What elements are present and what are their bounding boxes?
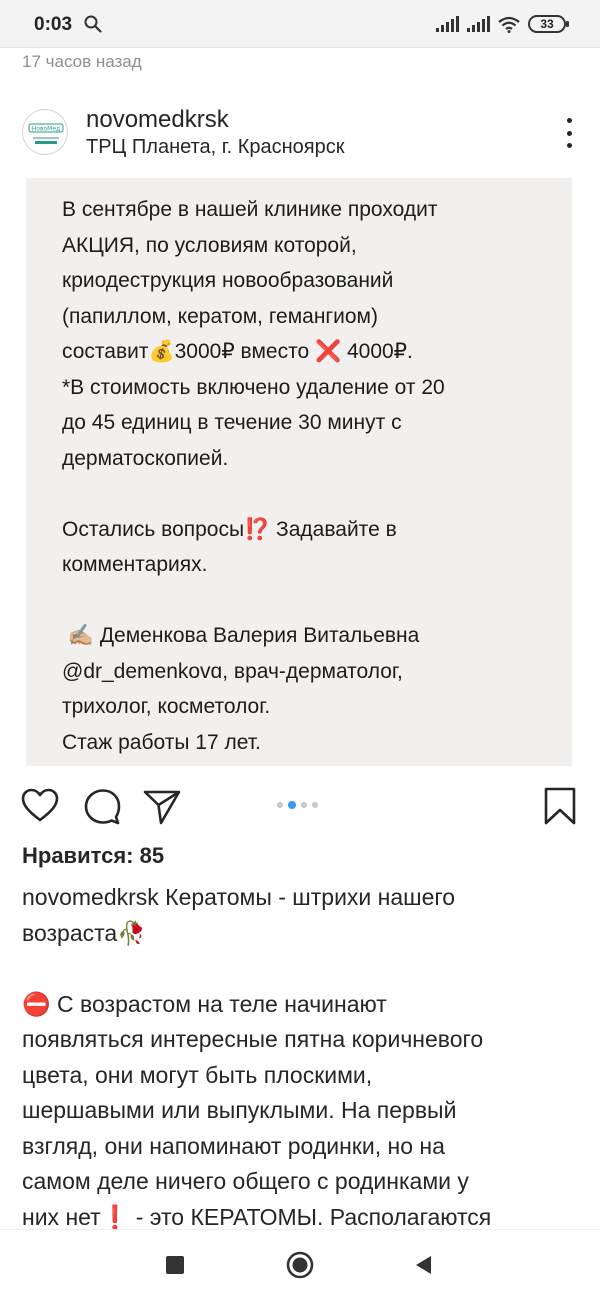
battery-icon: 33	[528, 15, 569, 33]
status-time: 0:03	[34, 14, 73, 35]
post-image-text: В сентябре в нашей клинике проходит АКЦИ…	[62, 198, 445, 754]
share-icon[interactable]	[142, 786, 182, 826]
post-image[interactable]: В сентябре в нашей клинике проходит АКЦИ…	[26, 178, 572, 766]
post-header: НовоМед novomedkrsk ТРЦ Планета, г. Крас…	[0, 100, 600, 166]
search-icon	[84, 15, 102, 33]
post-location[interactable]: ТРЦ Планета, г. Красноярск	[86, 136, 345, 159]
post-time-ago: 17 часов назад	[22, 52, 142, 71]
avatar[interactable]: НовоМед	[22, 109, 68, 155]
bookmark-icon[interactable]	[540, 786, 580, 826]
post-actions	[0, 786, 600, 832]
more-options-icon[interactable]	[564, 118, 574, 148]
recent-apps-icon[interactable]	[166, 1256, 184, 1274]
carousel-dot-active	[288, 801, 296, 809]
system-nav-bar	[0, 1229, 600, 1299]
back-icon[interactable]	[414, 1255, 432, 1275]
status-icons: 33	[436, 15, 569, 33]
carousel-dot	[301, 802, 307, 808]
post-caption: novomedkrsk Кератомы - штрихи нашего воз…	[22, 880, 582, 1235]
status-bar: 0:03 33	[0, 0, 600, 48]
wifi-icon	[498, 16, 520, 33]
carousel-dot	[277, 802, 283, 808]
carousel-dot	[312, 802, 318, 808]
carousel-indicator	[277, 801, 318, 809]
likes-count[interactable]: Нравится: 85	[22, 843, 164, 869]
caption-text: Кератомы - штрихи нашего возраста🥀 ⛔ С в…	[22, 884, 492, 1230]
clinic-logo-icon: НовоМед	[28, 123, 64, 144]
post-username[interactable]: novomedkrsk	[86, 106, 229, 134]
caption-username[interactable]: novomedkrsk	[22, 884, 159, 910]
home-icon[interactable]	[286, 1251, 314, 1279]
comment-icon[interactable]	[82, 786, 122, 826]
signal-icon	[436, 16, 459, 32]
signal-icon	[467, 16, 490, 32]
heart-icon[interactable]	[20, 786, 60, 826]
svg-text:НовоМед: НовоМед	[32, 126, 60, 133]
